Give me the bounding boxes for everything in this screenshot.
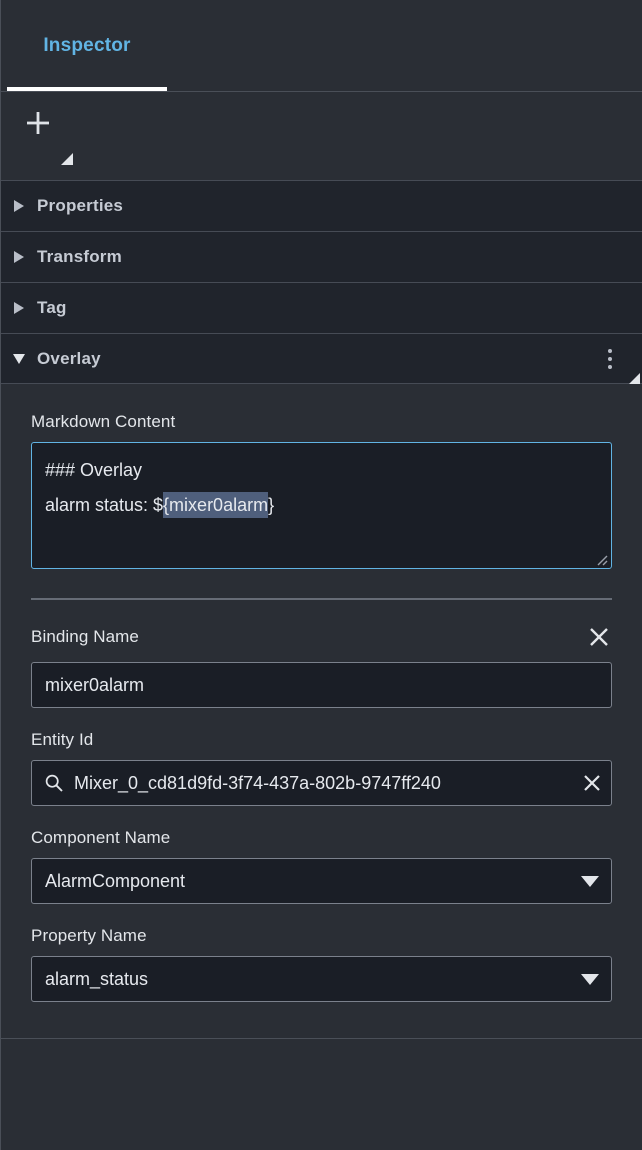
kebab-menu-icon[interactable]	[608, 349, 612, 369]
markdown-line-2-suffix: }	[268, 495, 274, 515]
markdown-line-2-prefix: alarm status: $	[45, 495, 163, 515]
chevron-down-icon	[569, 875, 611, 887]
section-properties[interactable]: Properties	[1, 180, 642, 231]
tab-inspector[interactable]: Inspector	[7, 0, 167, 91]
form-bottom-spacer	[31, 1002, 612, 1038]
entity-id-value: Mixer_0_cd81d9fd-3f74-437a-802b-9747ff24…	[74, 773, 573, 794]
component-name-value: AlarmComponent	[32, 871, 569, 892]
section-transform[interactable]: Transform	[1, 231, 642, 282]
entity-id-label: Entity Id	[31, 708, 612, 760]
triangle-right-icon	[1, 199, 37, 213]
property-name-label: Property Name	[31, 904, 612, 956]
inspector-sections: Properties Transform Tag Overlay	[1, 180, 642, 384]
entity-id-clear-button[interactable]	[573, 761, 611, 805]
tab-bar: Inspector	[1, 0, 642, 92]
inspector-panel: Inspector Properties	[0, 0, 642, 1150]
binding-name-header: Binding Name	[31, 600, 612, 662]
component-name-select[interactable]: AlarmComponent	[31, 858, 612, 904]
toolbar-resize-handle[interactable]	[61, 152, 73, 164]
markdown-content-label: Markdown Content	[31, 384, 612, 442]
search-icon[interactable]	[32, 773, 74, 793]
section-properties-label: Properties	[37, 196, 123, 216]
add-button[interactable]	[23, 108, 53, 138]
triangle-right-icon	[1, 301, 37, 315]
triangle-right-icon	[1, 250, 37, 264]
section-overlay-label: Overlay	[37, 349, 101, 369]
form-divider	[31, 598, 612, 600]
markdown-content-value: ### Overlay alarm status: ${mixer0alarm}	[45, 453, 601, 523]
section-transform-label: Transform	[37, 247, 122, 267]
section-overlay[interactable]: Overlay	[1, 333, 642, 384]
plus-icon	[24, 109, 52, 137]
tab-inspector-label: Inspector	[43, 35, 130, 57]
section-resize-handle[interactable]	[629, 371, 640, 382]
markdown-content-textarea[interactable]: ### Overlay alarm status: ${mixer0alarm}	[31, 442, 612, 569]
tab-active-indicator	[7, 87, 167, 91]
binding-name-value: mixer0alarm	[32, 675, 144, 696]
binding-name-label: Binding Name	[31, 627, 139, 647]
section-tag-label: Tag	[37, 298, 67, 318]
entity-id-input[interactable]: Mixer_0_cd81d9fd-3f74-437a-802b-9747ff24…	[31, 760, 612, 806]
property-name-select[interactable]: alarm_status	[31, 956, 612, 1002]
triangle-down-icon	[1, 353, 37, 365]
binding-name-input[interactable]: mixer0alarm	[31, 662, 612, 708]
textarea-resize-handle[interactable]	[595, 553, 608, 566]
markdown-selected-text: {mixer0alarm	[163, 492, 268, 518]
bottom-pane	[1, 1039, 642, 1098]
section-tag[interactable]: Tag	[1, 282, 642, 333]
inspector-toolbar	[1, 92, 642, 180]
chevron-down-icon	[569, 973, 611, 985]
markdown-line-1: ### Overlay	[45, 460, 142, 480]
property-name-value: alarm_status	[32, 969, 569, 990]
overlay-form: Markdown Content ### Overlay alarm status…	[1, 384, 642, 1038]
component-name-label: Component Name	[31, 806, 612, 858]
binding-remove-button[interactable]	[584, 622, 614, 652]
